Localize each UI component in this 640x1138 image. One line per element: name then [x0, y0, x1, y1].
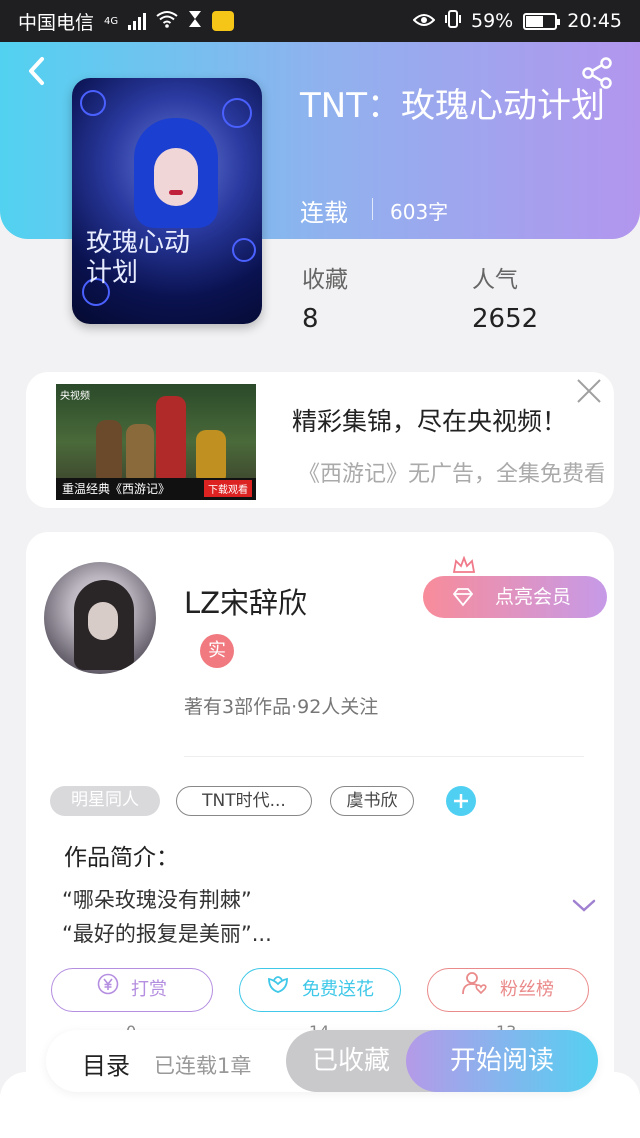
cover-title: 玫瑰心动计划 — [86, 228, 191, 288]
intro-line: “最好的报复是美丽”... — [62, 922, 272, 946]
favorites-value: 8 — [302, 304, 319, 334]
book-title: TNT：玫瑰心动计划 — [300, 86, 605, 126]
ad-download-label[interactable]: 下载观看 — [204, 480, 252, 497]
ad-figure — [196, 430, 226, 480]
tag-item[interactable]: 明星同人 — [50, 786, 160, 816]
wifi-icon — [156, 10, 178, 33]
cover-decoration — [80, 90, 106, 116]
crown-icon — [452, 556, 476, 573]
avatar[interactable] — [44, 562, 156, 674]
battery-percent: 59% — [471, 10, 514, 32]
vip-button-label: 点亮会员 — [495, 586, 572, 608]
yuan-icon — [97, 969, 119, 1011]
status-bar: 中国电信 4G 59% 20:45 — [0, 0, 640, 42]
book-status: 连载 — [300, 199, 348, 227]
author-meta: 著有3部作品·92人关注 — [184, 696, 379, 718]
vip-button[interactable]: 点亮会员 — [423, 576, 607, 618]
ad-description: 《西游记》无广告，全集免费看！ — [298, 462, 604, 487]
signal-icon — [128, 12, 147, 30]
battery-icon — [523, 12, 561, 30]
book-cover[interactable]: 玫瑰心动计划 — [72, 78, 262, 324]
send-flower-button[interactable]: 免费送花 — [239, 968, 401, 1012]
word-count: 603字 — [390, 200, 449, 224]
cover-figure-face — [154, 148, 198, 206]
ad-close-button[interactable] — [576, 378, 602, 404]
network-label: 4G — [104, 15, 119, 27]
ad-banner[interactable]: 央视频 重温经典《西游记》 下载观看 精彩集锦，尽在央视频！ 《西游记》无广告，… — [26, 372, 614, 508]
send-flower-label: 免费送花 — [302, 979, 374, 1000]
chevron-left-icon — [29, 57, 44, 85]
vibrate-icon — [445, 9, 461, 33]
carrier-label: 中国电信 — [18, 11, 95, 34]
app-notification-icon — [212, 11, 235, 31]
popularity-value: 2652 — [472, 304, 539, 334]
popularity-label: 人气 — [472, 267, 518, 293]
eye-icon — [412, 10, 436, 32]
avatar-face — [88, 602, 118, 640]
reward-label: 打赏 — [131, 979, 167, 1000]
ad-figure — [96, 420, 122, 480]
fan-ranking-button[interactable]: 粉丝榜 — [427, 968, 589, 1012]
ad-title: 精彩集锦，尽在央视频！ — [292, 407, 568, 436]
cover-decoration — [222, 98, 252, 128]
add-tag-button[interactable] — [446, 786, 476, 816]
serial-info: 已连载1章 — [154, 1054, 252, 1078]
verified-badge: 实 — [200, 634, 234, 668]
user-heart-icon — [462, 969, 488, 1011]
author-name[interactable]: LZ宋辞欣 — [184, 580, 307, 622]
catalog-button[interactable]: 目录 — [82, 1046, 130, 1081]
diamond-icon — [453, 588, 473, 607]
chevron-down-icon[interactable] — [572, 898, 596, 914]
close-icon — [577, 379, 601, 403]
fan-ranking-label: 粉丝榜 — [500, 979, 554, 1000]
divider — [372, 198, 373, 220]
ad-figure — [156, 396, 186, 480]
clock: 20:45 — [567, 10, 622, 32]
tag-item[interactable]: 虞书欣 — [330, 786, 414, 816]
reward-button[interactable]: 打赏 — [51, 968, 213, 1012]
start-reading-button[interactable]: 开始阅读 — [406, 1030, 598, 1092]
cover-figure-lips — [169, 190, 183, 195]
ad-logo: 央视频 — [60, 391, 90, 402]
intro-label: 作品简介： — [64, 845, 179, 871]
favorites-label: 收藏 — [302, 267, 348, 293]
flower-icon — [266, 969, 290, 1011]
back-button[interactable] — [22, 56, 52, 86]
hourglass-icon — [188, 10, 202, 33]
divider — [184, 756, 584, 757]
ad-image[interactable]: 央视频 重温经典《西游记》 下载观看 — [56, 384, 256, 500]
tag-item[interactable]: TNT时代... — [176, 786, 312, 816]
intro-line: “哪朵玫瑰没有荆棘” — [62, 888, 252, 912]
ad-figure — [126, 424, 154, 480]
cover-decoration — [232, 238, 256, 262]
plus-icon — [454, 794, 468, 808]
